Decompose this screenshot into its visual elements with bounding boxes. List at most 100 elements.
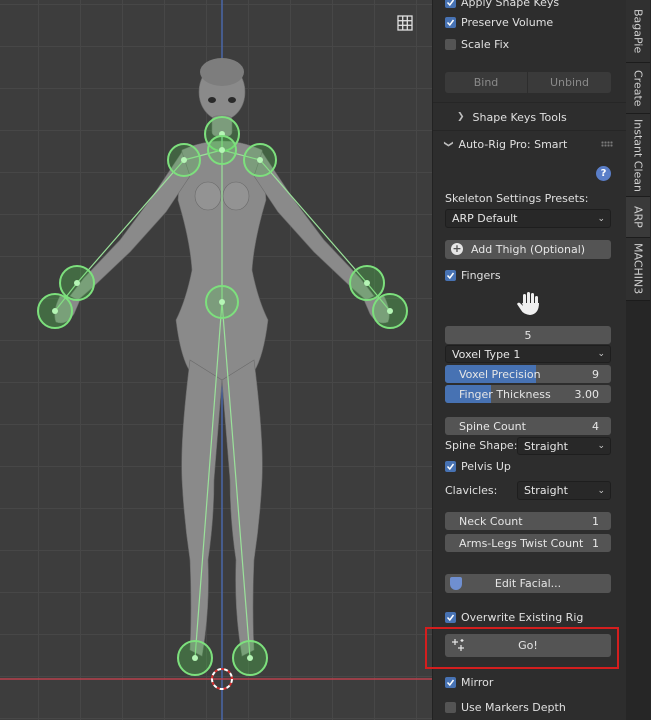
use-markers-depth-checkbox[interactable] [445, 701, 456, 713]
twist-count-value: 1 [592, 536, 599, 550]
help-icon[interactable]: ? [596, 166, 611, 181]
neck-count-label: Neck Count [459, 514, 523, 528]
scale-fix-label: Scale Fix [461, 37, 510, 51]
camera-view-icon[interactable] [398, 0, 414, 4]
grid-view-icon[interactable] [395, 13, 415, 33]
use-markers-depth-label: Use Markers Depth [461, 700, 566, 714]
hand-icon [515, 290, 543, 318]
chevron-down-icon: ⌄ [597, 213, 605, 224]
neck-count-field[interactable]: Neck Count 1 [445, 512, 611, 530]
preserve-volume-row[interactable]: Preserve Volume [445, 15, 611, 29]
chevron-down-icon: ⌄ [597, 349, 605, 359]
use-markers-depth-row[interactable]: Use Markers Depth [445, 700, 611, 714]
apply-shape-keys-label: Apply Shape Keys [461, 0, 560, 9]
marker-wrist-left [349, 265, 385, 301]
overwrite-rig-checkbox[interactable] [445, 611, 456, 623]
spine-count-label: Spine Count [459, 419, 526, 433]
voxel-precision-label: Voxel Precision [459, 367, 541, 381]
spine-shape-label: Spine Shape: [445, 439, 518, 452]
edit-facial-label: Edit Facial... [494, 577, 562, 590]
finger-count-value: 5 [524, 328, 532, 342]
finger-thickness-label: Finger Thickness [459, 387, 551, 401]
overwrite-rig-label: Overwrite Existing Rig [461, 610, 584, 624]
finger-count-field[interactable]: 5 [445, 326, 611, 344]
fingers-label: Fingers [461, 268, 501, 282]
preserve-volume-checkbox[interactable] [445, 16, 456, 28]
clavicles-label: Clavicles: [445, 484, 498, 497]
apply-shape-keys-checkbox[interactable] [445, 0, 456, 8]
marker-wrist-right [59, 265, 95, 301]
tab-machin3[interactable]: MACHIN3 [626, 238, 650, 301]
fingers-checkbox[interactable] [445, 269, 456, 281]
chevron-down-icon: ❯ [442, 140, 453, 148]
marker-hand-left [372, 293, 408, 329]
add-thigh-button[interactable]: + Add Thigh (Optional) [445, 240, 611, 259]
shape-keys-tools-header[interactable]: ❯ Shape Keys Tools [457, 110, 611, 124]
spine-count-value: 4 [592, 419, 599, 433]
go-button[interactable]: Go! [445, 634, 611, 657]
finger-thickness-value: 3.00 [574, 387, 600, 401]
mirror-row[interactable]: Mirror [445, 675, 611, 689]
sidebar-panel: Apply Shape Keys Preserve Volume Scale F… [432, 0, 627, 720]
plus-circle-icon: + [451, 242, 463, 255]
pelvis-up-row[interactable]: Pelvis Up [445, 459, 611, 473]
voxel-type-value: Voxel Type 1 [452, 347, 521, 361]
marker-foot-left [232, 640, 268, 676]
mask-icon [450, 577, 462, 590]
skeleton-preset-dropdown[interactable]: ARP Default ⌄ [445, 209, 611, 228]
auto-rig-header-label: Auto-Rig Pro: Smart [458, 137, 568, 151]
sidebar-tabs: BagaPie Create Instant Clean ARP MACHIN3 [626, 0, 651, 720]
marker-chin [207, 135, 237, 165]
go-label: Go! [518, 639, 538, 652]
twist-count-label: Arms-Legs Twist Count [459, 536, 584, 550]
spine-shape-dropdown[interactable]: Straight ⌄ [517, 437, 611, 455]
viewport-scene [0, 0, 432, 720]
clavicles-value: Straight [524, 484, 568, 497]
shape-keys-tools-label: Shape Keys Tools [472, 110, 567, 124]
pelvis-up-checkbox[interactable] [445, 460, 456, 472]
chevron-right-icon: ❯ [457, 112, 465, 122]
mirror-checkbox[interactable] [445, 676, 456, 688]
clavicles-dropdown[interactable]: Straight ⌄ [517, 481, 611, 500]
twist-count-field[interactable]: Arms-Legs Twist Count 1 [445, 534, 611, 552]
add-thigh-label: Add Thigh (Optional) [470, 243, 586, 256]
voxel-precision-slider[interactable]: Voxel Precision 9 [445, 365, 611, 383]
fingers-row[interactable]: Fingers [445, 268, 611, 282]
marker-shoulder-right [167, 143, 201, 177]
pelvis-up-label: Pelvis Up [461, 459, 511, 473]
tab-arp[interactable]: ARP [626, 197, 650, 238]
marker-root [205, 285, 239, 319]
auto-rig-header[interactable]: ❯ Auto-Rig Pro: Smart [442, 137, 611, 151]
tab-bagapie[interactable]: BagaPie [626, 0, 650, 63]
neck-count-value: 1 [592, 514, 599, 528]
apply-shape-keys-row[interactable]: Apply Shape Keys [445, 0, 611, 9]
skeleton-preset-value: ARP Default [452, 212, 518, 225]
tab-bagapie-label: BagaPie [631, 8, 645, 54]
tab-create-label: Create [631, 69, 645, 107]
preserve-volume-label: Preserve Volume [461, 15, 554, 29]
edit-facial-button[interactable]: Edit Facial... [445, 574, 611, 593]
overwrite-rig-row[interactable]: Overwrite Existing Rig [445, 610, 611, 624]
finger-thickness-slider[interactable]: Finger Thickness 3.00 [445, 385, 611, 403]
scale-fix-checkbox[interactable] [445, 38, 456, 50]
tab-instant-clean[interactable]: Instant Clean [626, 114, 650, 197]
spine-count-field[interactable]: Spine Count 4 [445, 417, 611, 435]
scale-fix-row[interactable]: Scale Fix [445, 37, 611, 51]
tab-arp-label: ARP [631, 206, 645, 228]
unbind-button[interactable]: Unbind [528, 72, 611, 93]
drag-handle-icon[interactable] [601, 141, 613, 147]
tab-instant-clean-label: Instant Clean [631, 118, 645, 192]
3d-viewport[interactable] [0, 0, 432, 720]
voxel-precision-value: 9 [592, 367, 599, 381]
marker-shoulder-left [243, 143, 277, 177]
skeleton-presets-label: Skeleton Settings Presets: [445, 192, 589, 205]
bind-button[interactable]: Bind [445, 72, 527, 93]
tab-machin3-label: MACHIN3 [631, 243, 645, 295]
tab-create[interactable]: Create [626, 63, 650, 114]
sparkle-icon [451, 638, 465, 652]
voxel-type-dropdown[interactable]: Voxel Type 1 ⌄ [445, 345, 611, 363]
spine-shape-value: Straight [524, 439, 568, 453]
divider [433, 102, 627, 103]
divider [433, 130, 627, 131]
chevron-down-icon: ⌄ [597, 485, 605, 496]
